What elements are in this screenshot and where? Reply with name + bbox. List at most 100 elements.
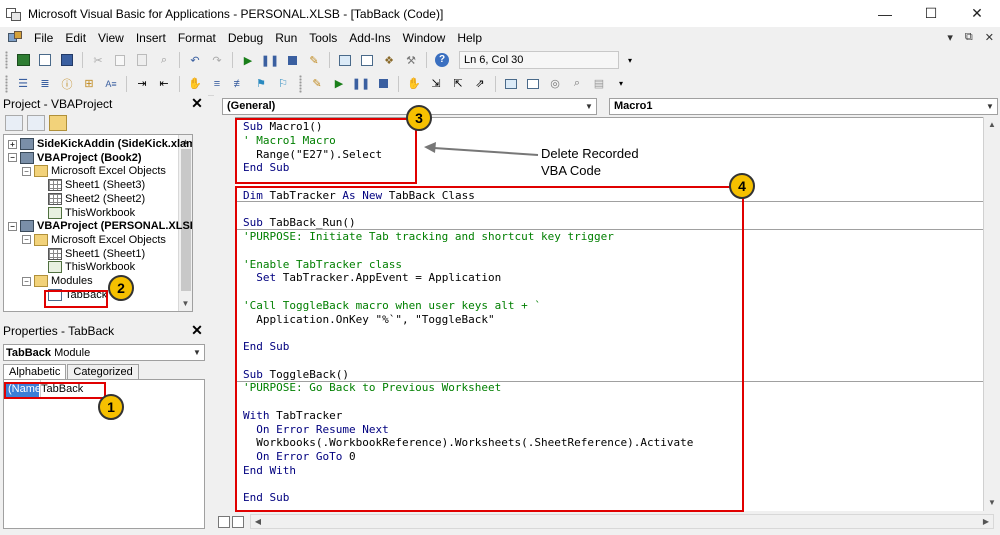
watch-window-icon[interactable]: ◎ [546,75,564,93]
tree-item[interactable]: − Modules [22,274,93,288]
cut-icon[interactable]: ✂ [89,51,107,69]
next-bookmark-icon[interactable]: ⚐ [274,75,292,93]
parameter-info-icon[interactable]: ⊞ [80,75,98,93]
indent-icon[interactable]: ⇥ [133,75,151,93]
design-mode-icon[interactable]: ✎ [308,75,326,93]
menu-window[interactable]: Window [397,31,452,45]
list-constants-icon[interactable]: ≣ [36,75,54,93]
design-mode-icon[interactable]: ✎ [305,51,323,69]
quick-watch-icon[interactable]: ⌕ [568,75,586,93]
close-icon[interactable]: ✕ [190,96,204,110]
menu-view[interactable]: View [92,31,130,45]
tree-item[interactable]: ThisWorkbook [36,260,135,274]
toggle-bookmark-icon[interactable]: ⚑ [252,75,270,93]
step-over-icon[interactable]: ⇱ [449,75,467,93]
paste-icon[interactable] [133,51,151,69]
complete-word-icon[interactable]: A≡ [102,75,120,93]
insert-module-icon[interactable] [36,51,54,69]
menu-file[interactable]: File [28,31,59,45]
scroll-up-icon[interactable]: ▲ [984,117,1000,133]
copy-icon[interactable] [111,51,129,69]
view-object-icon[interactable] [27,115,45,131]
help-icon[interactable]: ? [433,51,451,69]
quick-info-icon[interactable]: ⓘ [58,75,76,93]
procedure-combo[interactable]: Macro1 ▼ [609,98,998,115]
toolbar-grip[interactable] [5,51,8,69]
scroll-right-icon[interactable]: ▶ [979,515,993,528]
menu-debug[interactable]: Debug [222,31,269,45]
undo-icon[interactable]: ↶ [186,51,204,69]
reset-icon[interactable] [283,51,301,69]
run-icon[interactable]: ▶ [239,51,257,69]
tree-item[interactable]: − Microsoft Excel Objects [22,164,166,178]
code-scrollbar[interactable]: ▲ ▼ [983,117,1000,511]
excel-view-icon[interactable] [14,51,32,69]
project-explorer-icon[interactable] [336,51,354,69]
find-icon[interactable]: ⌕ [155,51,173,69]
toolbar-options-icon[interactable]: ▾ [612,75,630,93]
expander-icon[interactable]: − [22,166,31,176]
menu-help[interactable]: Help [451,31,488,45]
toggle-folders-icon[interactable] [49,115,67,131]
menu-edit[interactable]: Edit [59,31,92,45]
toggle-breakpoint-icon[interactable]: ✋ [405,75,423,93]
child-restore-button[interactable]: ⧉ [965,31,973,44]
tree-item[interactable]: ThisWorkbook [36,206,135,220]
toolbar-options-icon[interactable]: ▾ [621,51,639,69]
list-properties-icon[interactable]: ☰ [14,75,32,93]
immediate-window-icon[interactable] [524,75,542,93]
expander-icon[interactable]: − [22,276,31,286]
uncomment-block-icon[interactable]: ≢ [230,75,248,93]
horizontal-scrollbar[interactable]: ◀ ▶ [250,514,994,529]
locals-window-icon[interactable] [502,75,520,93]
toolbox-icon[interactable]: ⚒ [402,51,420,69]
chevron-down-icon[interactable]: ▼ [983,99,997,114]
menu-add-ins[interactable]: Add-Ins [343,31,396,45]
call-stack-icon[interactable]: ▤ [590,75,608,93]
outdent-icon[interactable]: ⇤ [155,75,173,93]
menu-run[interactable]: Run [269,31,303,45]
object-browser-icon[interactable]: ❖ [380,51,398,69]
full-module-view-icon[interactable] [232,515,244,528]
break-icon[interactable]: ❚❚ [352,75,370,93]
tree-item[interactable]: + SideKickAddin (SideKick.xlam) [8,137,192,151]
scroll-left-icon[interactable]: ◀ [251,515,265,528]
tree-item[interactable]: − VBAProject (PERSONAL.XLSB) [8,219,192,233]
reset-icon[interactable] [374,75,392,93]
step-out-icon[interactable]: ⇗ [471,75,489,93]
child-close-button[interactable]: ✕ [985,31,994,44]
expander-icon[interactable]: − [8,221,17,231]
chevron-down-icon[interactable]: ▼ [582,99,596,114]
expander-icon[interactable]: + [8,139,17,149]
tree-item[interactable]: Sheet1 (Sheet1) [36,247,145,261]
tree-item[interactable]: Sheet1 (Sheet3) [36,178,145,192]
child-options-button[interactable]: ▾ [947,31,953,44]
toolbar-grip[interactable] [299,74,302,93]
tab-alphabetic[interactable]: Alphabetic [3,364,67,380]
procedure-view-icon[interactable] [218,515,230,528]
menu-tools[interactable]: Tools [303,31,343,45]
tree-item[interactable]: Sheet2 (Sheet2) [36,192,145,206]
expander-icon[interactable]: − [8,153,17,163]
toggle-breakpoint-icon[interactable]: ✋ [186,75,204,93]
maximize-button[interactable]: ☐ [908,0,954,27]
break-icon[interactable]: ❚❚ [261,51,279,69]
menu-format[interactable]: Format [172,31,222,45]
expander-icon[interactable]: − [22,235,31,245]
properties-icon[interactable] [358,51,376,69]
comment-block-icon[interactable]: ≡ [208,75,226,93]
view-code-icon[interactable] [5,115,23,131]
minimize-button[interactable]: — [862,0,908,27]
tab-categorized[interactable]: Categorized [67,364,139,380]
scroll-down-icon[interactable]: ▼ [984,495,1000,511]
save-icon[interactable] [58,51,76,69]
tree-item[interactable]: − VBAProject (Book2) [8,151,142,165]
object-selector[interactable]: TabBack Module ▼ [3,344,205,361]
run-icon[interactable]: ▶ [330,75,348,93]
step-into-icon[interactable]: ⇲ [427,75,445,93]
redo-icon[interactable]: ↷ [208,51,226,69]
chevron-down-icon[interactable]: ▼ [190,345,204,360]
close-button[interactable]: ✕ [954,0,1000,27]
tree-item[interactable]: − Microsoft Excel Objects [22,233,166,247]
toolbar-grip[interactable] [5,74,8,93]
